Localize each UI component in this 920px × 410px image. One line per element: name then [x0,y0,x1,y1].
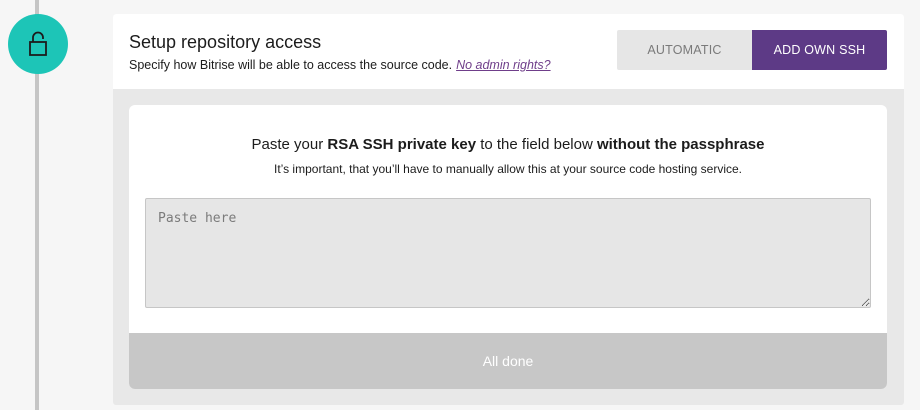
instruction-part1: Paste your [251,136,328,153]
instruction-bold-key: RSA SSH private key [327,136,477,153]
access-mode-toggle: AUTOMATIC ADD OWN SSH [617,30,887,70]
paste-instruction: Paste your RSA SSH private key to the fi… [129,136,887,153]
step-indicator [8,14,68,74]
all-done-button[interactable]: All done [129,333,887,389]
ssh-key-textarea[interactable] [145,198,871,308]
no-admin-rights-link[interactable]: No admin rights? [456,58,551,72]
instruction-bold-passphrase: without the passphrase [596,136,765,153]
section-title: Setup repository access [129,32,322,52]
repository-access-card: Setup repository access Specify how Bitr… [113,14,904,405]
ssh-key-panel: Paste your RSA SSH private key to the fi… [129,105,887,389]
subtitle-text: Specify how Bitrise will be able to acce… [129,58,453,72]
section-subtitle: Specify how Bitrise will be able to acce… [129,58,551,72]
card-header: Setup repository access Specify how Bitr… [113,14,904,89]
automatic-option[interactable]: AUTOMATIC [617,30,752,70]
lock-open-icon [29,31,47,56]
instruction-part2: to the field below [476,136,597,153]
add-own-ssh-option[interactable]: ADD OWN SSH [752,30,887,70]
hosting-service-note: It’s important, that you’ll have to manu… [273,162,742,176]
